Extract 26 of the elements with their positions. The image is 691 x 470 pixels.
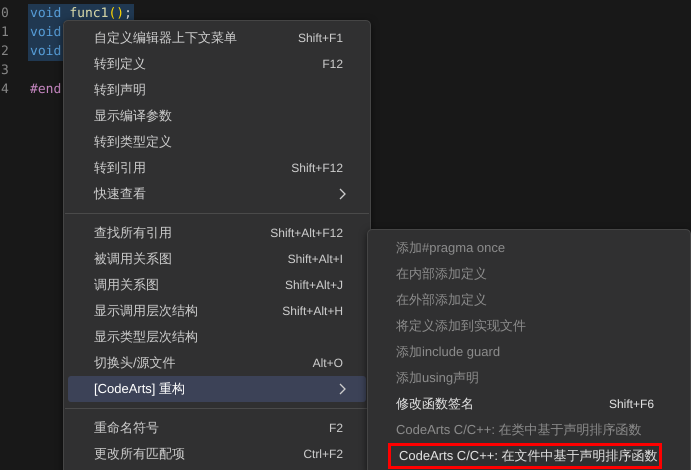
menu-item[interactable]: 查找所有引用 Shift+Alt+F12 <box>68 220 366 246</box>
menu-item[interactable]: 修改函数签名 Shift+F6 <box>388 391 662 417</box>
line-number: 3 <box>1 62 10 80</box>
line-number: 2 <box>1 42 10 61</box>
menu-item[interactable]: 显示类型层次结构 <box>68 324 366 350</box>
menu-item[interactable]: 重命名符号 F2 <box>68 415 366 441</box>
menu-item[interactable]: 转到声明 <box>68 77 366 103</box>
menu-item[interactable]: CodeArts C/C++: 在文件中基于声明排序函数 <box>388 443 662 469</box>
menu-item[interactable]: 转到定义 F12 <box>68 51 366 77</box>
chevron-right-icon <box>338 383 346 395</box>
menu-item[interactable]: 调用关系图 Shift+Alt+J <box>68 272 366 298</box>
menu-item[interactable]: 自定义编辑器上下文菜单 Shift+F1 <box>68 25 366 51</box>
menu-item[interactable]: 转到引用 Shift+F12 <box>68 155 366 181</box>
menu-item[interactable]: 快速查看 <box>68 181 366 207</box>
line-number: 0 <box>1 4 10 23</box>
menu-item[interactable]: 更改所有匹配项 Ctrl+F2 <box>68 441 366 467</box>
code-line: #end <box>29 80 62 99</box>
menu-item[interactable]: 显示编译参数 <box>68 103 366 129</box>
menu-item[interactable]: 转到类型定义 <box>68 129 366 155</box>
line-number: 1 <box>1 24 10 42</box>
chevron-right-icon <box>338 188 346 200</box>
line-number: 4 <box>1 80 10 99</box>
menu-item[interactable]: 显示调用层次结构 Shift+Alt+H <box>68 298 366 324</box>
menu-item[interactable]: 被调用关系图 Shift+Alt+I <box>68 246 366 272</box>
menu-item[interactable]: [CodeArts] 重构 <box>68 376 366 402</box>
menu-item[interactable]: 切换头/源文件 Alt+O <box>68 350 366 376</box>
